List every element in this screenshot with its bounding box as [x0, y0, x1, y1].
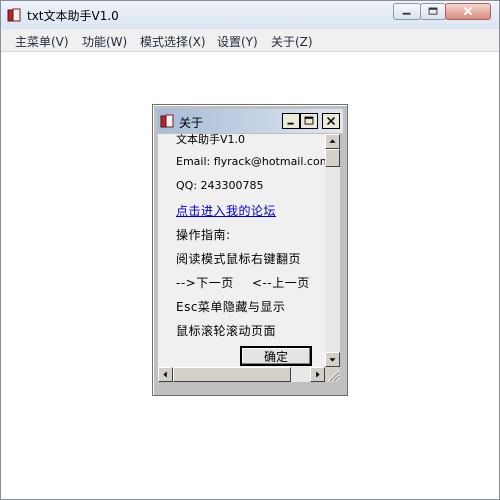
arrow-left-icon: [163, 371, 167, 378]
guide-next-page: -->下一页: [176, 276, 234, 290]
about-dialog: 关于 文本助手V1.0 Email: flyrack@hotmail.com Q…: [152, 104, 348, 396]
forum-link[interactable]: 点击进入我的论坛: [176, 202, 276, 219]
arrow-down-icon: [329, 358, 336, 362]
minimize-icon: [402, 12, 411, 15]
horizontal-scroll-thumb[interactable]: [173, 367, 291, 382]
dialog-maximize-button[interactable]: [300, 113, 318, 129]
resize-grip[interactable]: [325, 367, 340, 382]
maximize-icon: [428, 7, 438, 15]
menu-settings[interactable]: 设置(Y): [217, 33, 258, 50]
arrow-up-icon: [329, 139, 336, 143]
vertical-scroll-thumb[interactable]: [325, 149, 340, 167]
guide-line-4: 鼠标滚轮滚动页面: [176, 324, 277, 338]
menu-bar: 主菜单(V) 功能(W) 模式选择(X) 设置(Y) 关于(Z): [1, 29, 499, 52]
ok-button[interactable]: 确定: [240, 346, 312, 366]
dialog-title-bar[interactable]: 关于: [157, 109, 343, 133]
dialog-title: 关于: [179, 116, 204, 130]
guide-prev-page: <--上一页: [252, 276, 310, 290]
menu-main[interactable]: 主菜单(V): [15, 33, 69, 50]
app-name-line: 文本助手V1.0: [176, 134, 246, 146]
guide-heading: 操作指南:: [176, 228, 231, 242]
resize-grip-icon: [328, 370, 340, 382]
horizontal-scrollbar[interactable]: [158, 367, 325, 382]
book-icon: [7, 8, 21, 22]
title-bar[interactable]: txt文本助手V1.0: [1, 1, 499, 29]
arrow-right-icon: [316, 371, 320, 378]
dialog-close-button[interactable]: [322, 113, 340, 129]
vertical-scrollbar[interactable]: [325, 134, 340, 367]
menu-about[interactable]: 关于(Z): [271, 33, 313, 50]
close-button[interactable]: [445, 3, 491, 20]
menu-function[interactable]: 功能(W): [82, 33, 127, 50]
dialog-minimize-button[interactable]: [282, 113, 300, 129]
scroll-right-button[interactable]: [310, 367, 325, 382]
scroll-left-button[interactable]: [158, 367, 173, 382]
maximize-button[interactable]: [420, 3, 446, 20]
dialog-content: 文本助手V1.0 Email: flyrack@hotmail.com QQ: …: [158, 134, 325, 367]
guide-line-1: 阅读模式鼠标右键翻页: [176, 252, 302, 266]
scroll-up-button[interactable]: [325, 134, 340, 149]
menu-mode-select[interactable]: 模式选择(X): [140, 33, 206, 50]
close-icon: [326, 116, 336, 126]
book-icon: [160, 114, 174, 128]
maximize-icon: [304, 116, 314, 125]
window-title: txt文本助手V1.0: [27, 9, 119, 23]
close-icon: [463, 6, 473, 16]
scroll-down-button[interactable]: [325, 352, 340, 367]
minimize-button[interactable]: [393, 3, 421, 20]
guide-line-3: Esc菜单隐藏与显示: [176, 300, 286, 314]
email-line: Email: flyrack@hotmail.com: [176, 155, 325, 168]
qq-line: QQ: 243300785: [176, 179, 264, 192]
minimize-icon: [287, 122, 294, 125]
